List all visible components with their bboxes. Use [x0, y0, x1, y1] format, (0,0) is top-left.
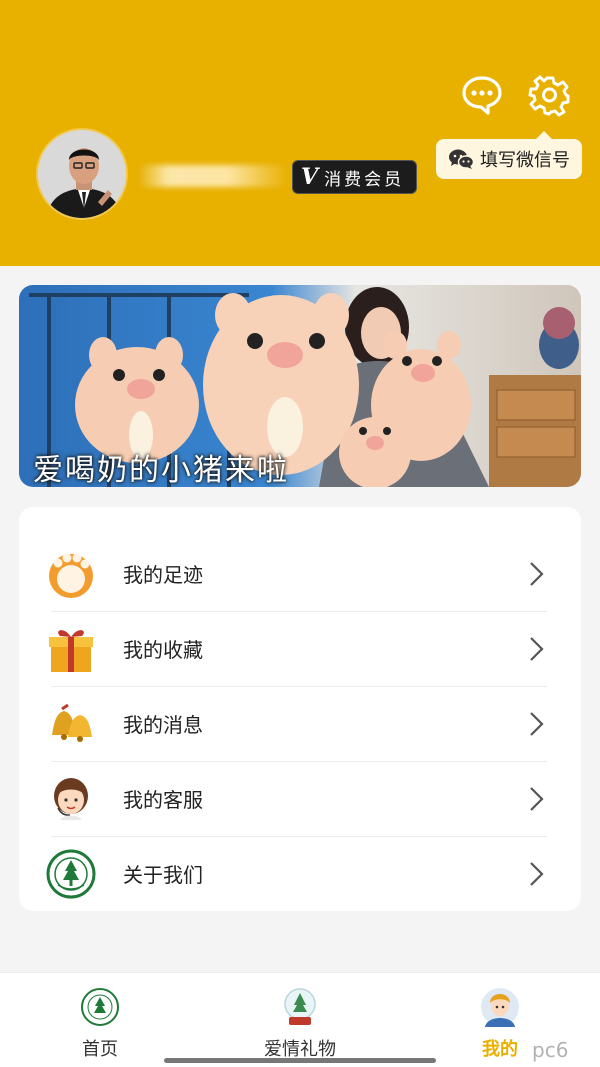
menu-item-messages[interactable]: 我的消息 [19, 686, 581, 761]
user-avatar[interactable] [36, 128, 128, 220]
menu-card: 我的足迹 我的收藏 我的消息 我的客服 关于我们 [19, 507, 581, 911]
chevron-right-icon [530, 711, 544, 736]
menu-item-favorites[interactable]: 我的收藏 [19, 611, 581, 686]
menu-label-about-us: 关于我们 [123, 863, 203, 887]
watermark: pc6 [532, 1038, 569, 1062]
chevron-right-icon [530, 561, 544, 586]
username-blurred [138, 165, 288, 187]
menu-label-messages: 我的消息 [123, 713, 203, 737]
customer-service-icon [54, 777, 88, 820]
emblem-icon [46, 849, 96, 898]
menu-item-footprints[interactable]: 我的足迹 [19, 536, 581, 611]
bell-icon [52, 703, 92, 742]
banner-caption: 爱喝奶的小猪来啦 [33, 453, 289, 487]
promo-banner[interactable]: 爱喝奶的小猪来啦 [19, 285, 581, 487]
menu-item-customer-service[interactable]: 我的客服 [19, 761, 581, 836]
menu-label-customer-service: 我的客服 [123, 788, 203, 812]
vip-badge-label: 消费会员 [324, 169, 405, 190]
profile-header: V 消费会员 填写微信号 [0, 0, 600, 266]
bottom-tab-bar: 首页 爱情礼物 我的 [0, 972, 600, 1067]
tab-love-gifts[interactable]: 爱情礼物 [200, 973, 400, 1067]
snow-globe-icon [284, 988, 316, 1025]
home-indicator[interactable] [164, 1058, 436, 1063]
menu-label-favorites: 我的收藏 [123, 638, 203, 662]
gift-box-icon [49, 629, 93, 672]
menu-item-about-us[interactable]: 关于我们 [19, 836, 581, 911]
home-emblem-icon [81, 988, 119, 1026]
chevron-right-icon [530, 861, 544, 886]
tab-mine[interactable]: 我的 [400, 973, 600, 1067]
profile-avatar-icon [481, 988, 519, 1027]
wechat-icon [449, 149, 474, 169]
fill-wechat-button[interactable]: 填写微信号 [436, 131, 582, 179]
wechat-button-label: 填写微信号 [480, 150, 570, 171]
tab-home[interactable]: 首页 [0, 973, 200, 1067]
vip-member-badge[interactable]: V 消费会员 [292, 160, 418, 194]
chat-bubble-icon[interactable] [460, 73, 504, 117]
gear-icon[interactable] [528, 73, 572, 117]
chevron-right-icon [530, 786, 544, 811]
vip-v-mark: V [301, 164, 319, 190]
menu-label-footprints: 我的足迹 [123, 563, 203, 587]
paw-icon [49, 553, 93, 598]
chevron-right-icon [530, 636, 544, 661]
